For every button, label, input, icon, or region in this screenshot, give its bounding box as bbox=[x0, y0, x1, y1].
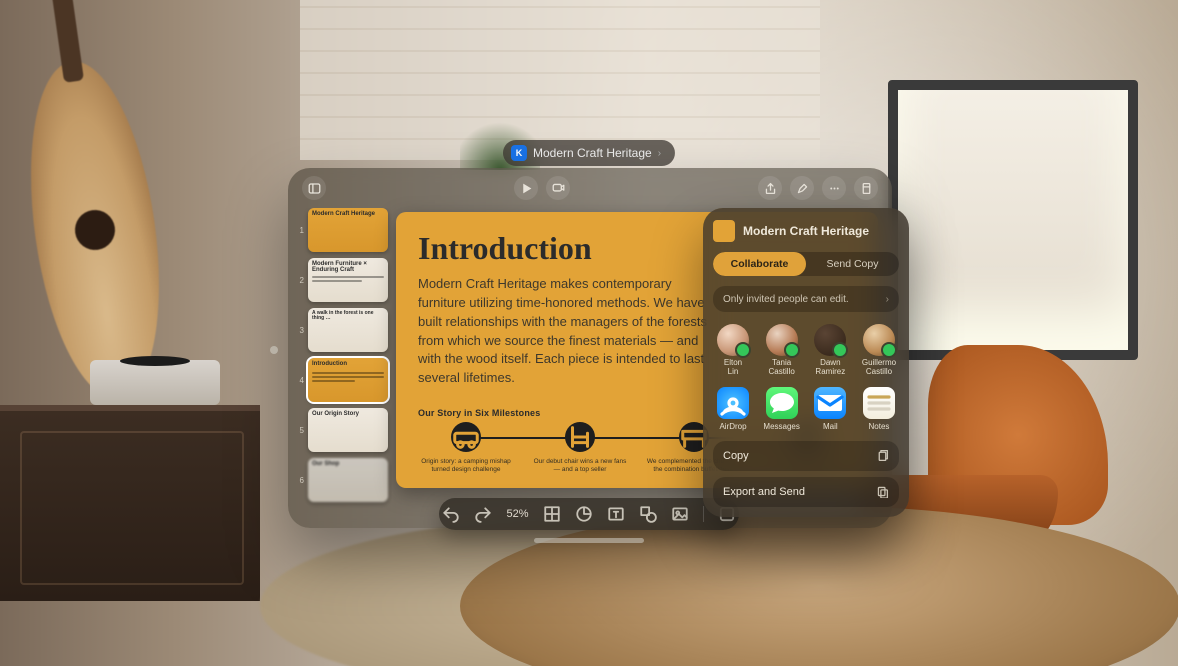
keynote-app-icon: K bbox=[511, 145, 527, 161]
room-window bbox=[888, 80, 1138, 360]
play-button[interactable] bbox=[514, 176, 538, 200]
milestone-2[interactable]: Our debut chair wins a new fans — and a … bbox=[532, 422, 628, 474]
messages-icon bbox=[766, 387, 798, 419]
segment-collaborate[interactable]: Collaborate bbox=[713, 252, 806, 276]
copy-action[interactable]: Copy bbox=[713, 441, 899, 471]
messages-badge-icon bbox=[735, 342, 751, 358]
sidebar-toggle-button[interactable] bbox=[302, 176, 326, 200]
more-button[interactable] bbox=[822, 176, 846, 200]
slide-body-text[interactable]: Modern Craft Heritage makes contemporary… bbox=[418, 275, 708, 388]
export-action[interactable]: Export and Send bbox=[713, 477, 899, 507]
messages-badge-icon bbox=[832, 342, 848, 358]
redo-button[interactable] bbox=[474, 505, 492, 523]
slide-thumb-mini[interactable]: Modern Craft Heritage bbox=[308, 208, 388, 252]
chevron-right-icon: › bbox=[886, 294, 889, 305]
avatar bbox=[814, 324, 846, 356]
share-button[interactable] bbox=[758, 176, 782, 200]
room-turntable bbox=[90, 360, 220, 405]
copy-label: Copy bbox=[723, 450, 749, 462]
toolbar bbox=[288, 168, 892, 208]
slide-thumb-mini[interactable]: Our Origin Story bbox=[308, 408, 388, 452]
app-airdrop[interactable]: AirDrop bbox=[713, 387, 753, 431]
slide-thumb-6[interactable]: 6 Our Shop bbox=[296, 458, 388, 502]
app-mail[interactable]: Mail bbox=[810, 387, 850, 431]
slide-thumb-3[interactable]: 3 A walk in the forest is one thing … bbox=[296, 308, 388, 352]
avatar bbox=[766, 324, 798, 356]
camper-icon bbox=[451, 422, 481, 452]
room-cabinet bbox=[0, 405, 260, 601]
share-doc-title: Modern Craft Heritage bbox=[743, 224, 869, 238]
slide-navigator[interactable]: 1 Modern Craft Heritage 2 Modern Furnitu… bbox=[296, 208, 392, 518]
airdrop-icon bbox=[717, 387, 749, 419]
slide-thumb-mini[interactable]: Introduction bbox=[308, 358, 388, 402]
slide-thumb-4[interactable]: 4 Introduction bbox=[296, 358, 388, 402]
permissions-label: Only invited people can edit. bbox=[723, 294, 849, 305]
messages-badge-icon bbox=[881, 342, 897, 358]
document-title: Modern Craft Heritage bbox=[533, 146, 652, 160]
messages-badge-icon bbox=[784, 342, 800, 358]
slide-thumb-mini[interactable]: Our Shop bbox=[308, 458, 388, 502]
bottom-toolbar: 52% bbox=[439, 498, 739, 530]
avatar bbox=[863, 324, 895, 356]
mail-icon bbox=[814, 387, 846, 419]
person-elton[interactable]: EltonLin bbox=[713, 324, 753, 377]
slide-thumb-5[interactable]: 5 Our Origin Story bbox=[296, 408, 388, 452]
window-grabber[interactable] bbox=[534, 538, 644, 543]
share-header: Modern Craft Heritage bbox=[713, 220, 899, 242]
avatar bbox=[717, 324, 749, 356]
people-row: EltonLin TaniaCastillo DawnRamirez Guill… bbox=[713, 324, 899, 377]
slide-thumb-1[interactable]: 1 Modern Craft Heritage bbox=[296, 208, 388, 252]
insert-media-button[interactable] bbox=[671, 505, 689, 523]
slide-thumb-mini[interactable]: Modern Furniture × Enduring Craft bbox=[308, 258, 388, 302]
notes-icon bbox=[863, 387, 895, 419]
slide-thumb-2[interactable]: 2 Modern Furniture × Enduring Craft bbox=[296, 258, 388, 302]
insert-chart-button[interactable] bbox=[575, 505, 593, 523]
keynote-live-button[interactable] bbox=[546, 176, 570, 200]
apps-row: AirDrop Messages Mail Notes bbox=[713, 387, 899, 431]
room-brick-wall bbox=[300, 0, 820, 160]
person-guillermo[interactable]: GuillermoCastillo bbox=[859, 324, 899, 377]
app-messages[interactable]: Messages bbox=[762, 387, 802, 431]
app-notes[interactable]: Notes bbox=[859, 387, 899, 431]
export-icon bbox=[876, 485, 889, 498]
zoom-level[interactable]: 52% bbox=[506, 508, 528, 520]
divider bbox=[703, 506, 704, 522]
milestone-1[interactable]: Origin story: a camping mishap turned de… bbox=[418, 422, 514, 474]
insert-table-button[interactable] bbox=[543, 505, 561, 523]
share-mode-segmented[interactable]: Collaborate Send Copy bbox=[713, 252, 899, 276]
annotate-button[interactable] bbox=[790, 176, 814, 200]
window-close-control[interactable] bbox=[270, 346, 278, 354]
insert-text-button[interactable] bbox=[607, 505, 625, 523]
copy-icon bbox=[876, 449, 889, 462]
room-guitar bbox=[12, 53, 178, 406]
share-sheet: Modern Craft Heritage Collaborate Send C… bbox=[703, 208, 909, 517]
chair-icon bbox=[565, 422, 595, 452]
document-thumbnail-icon bbox=[713, 220, 735, 242]
document-title-pill[interactable]: K Modern Craft Heritage › bbox=[503, 140, 675, 166]
export-label: Export and Send bbox=[723, 486, 805, 498]
permissions-row[interactable]: Only invited people can edit. › bbox=[713, 286, 899, 312]
format-inspector-button[interactable] bbox=[854, 176, 878, 200]
chevron-right-icon: › bbox=[658, 148, 661, 159]
segment-send-copy[interactable]: Send Copy bbox=[806, 252, 899, 276]
person-dawn[interactable]: DawnRamirez bbox=[810, 324, 850, 377]
slide-thumb-mini[interactable]: A walk in the forest is one thing … bbox=[308, 308, 388, 352]
insert-shape-button[interactable] bbox=[639, 505, 657, 523]
undo-button[interactable] bbox=[442, 505, 460, 523]
person-tania[interactable]: TaniaCastillo bbox=[762, 324, 802, 377]
